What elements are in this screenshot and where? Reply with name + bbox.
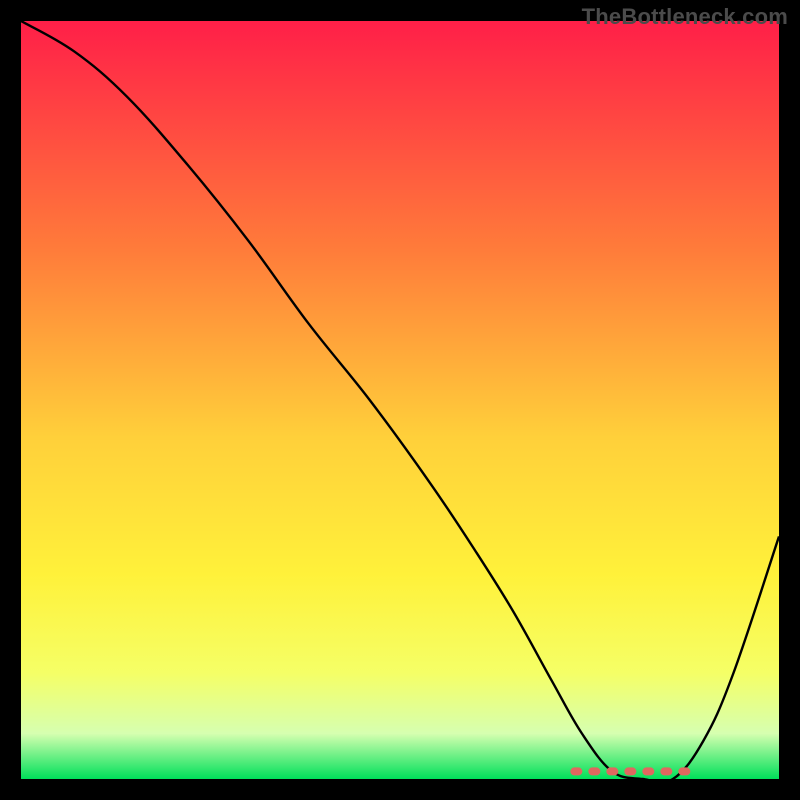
chart-plot: [21, 21, 779, 779]
chart-svg: [21, 21, 779, 779]
gradient-background: [21, 21, 779, 779]
chart-frame: TheBottleneck.com: [0, 0, 800, 800]
watermark-label: TheBottleneck.com: [582, 4, 788, 30]
